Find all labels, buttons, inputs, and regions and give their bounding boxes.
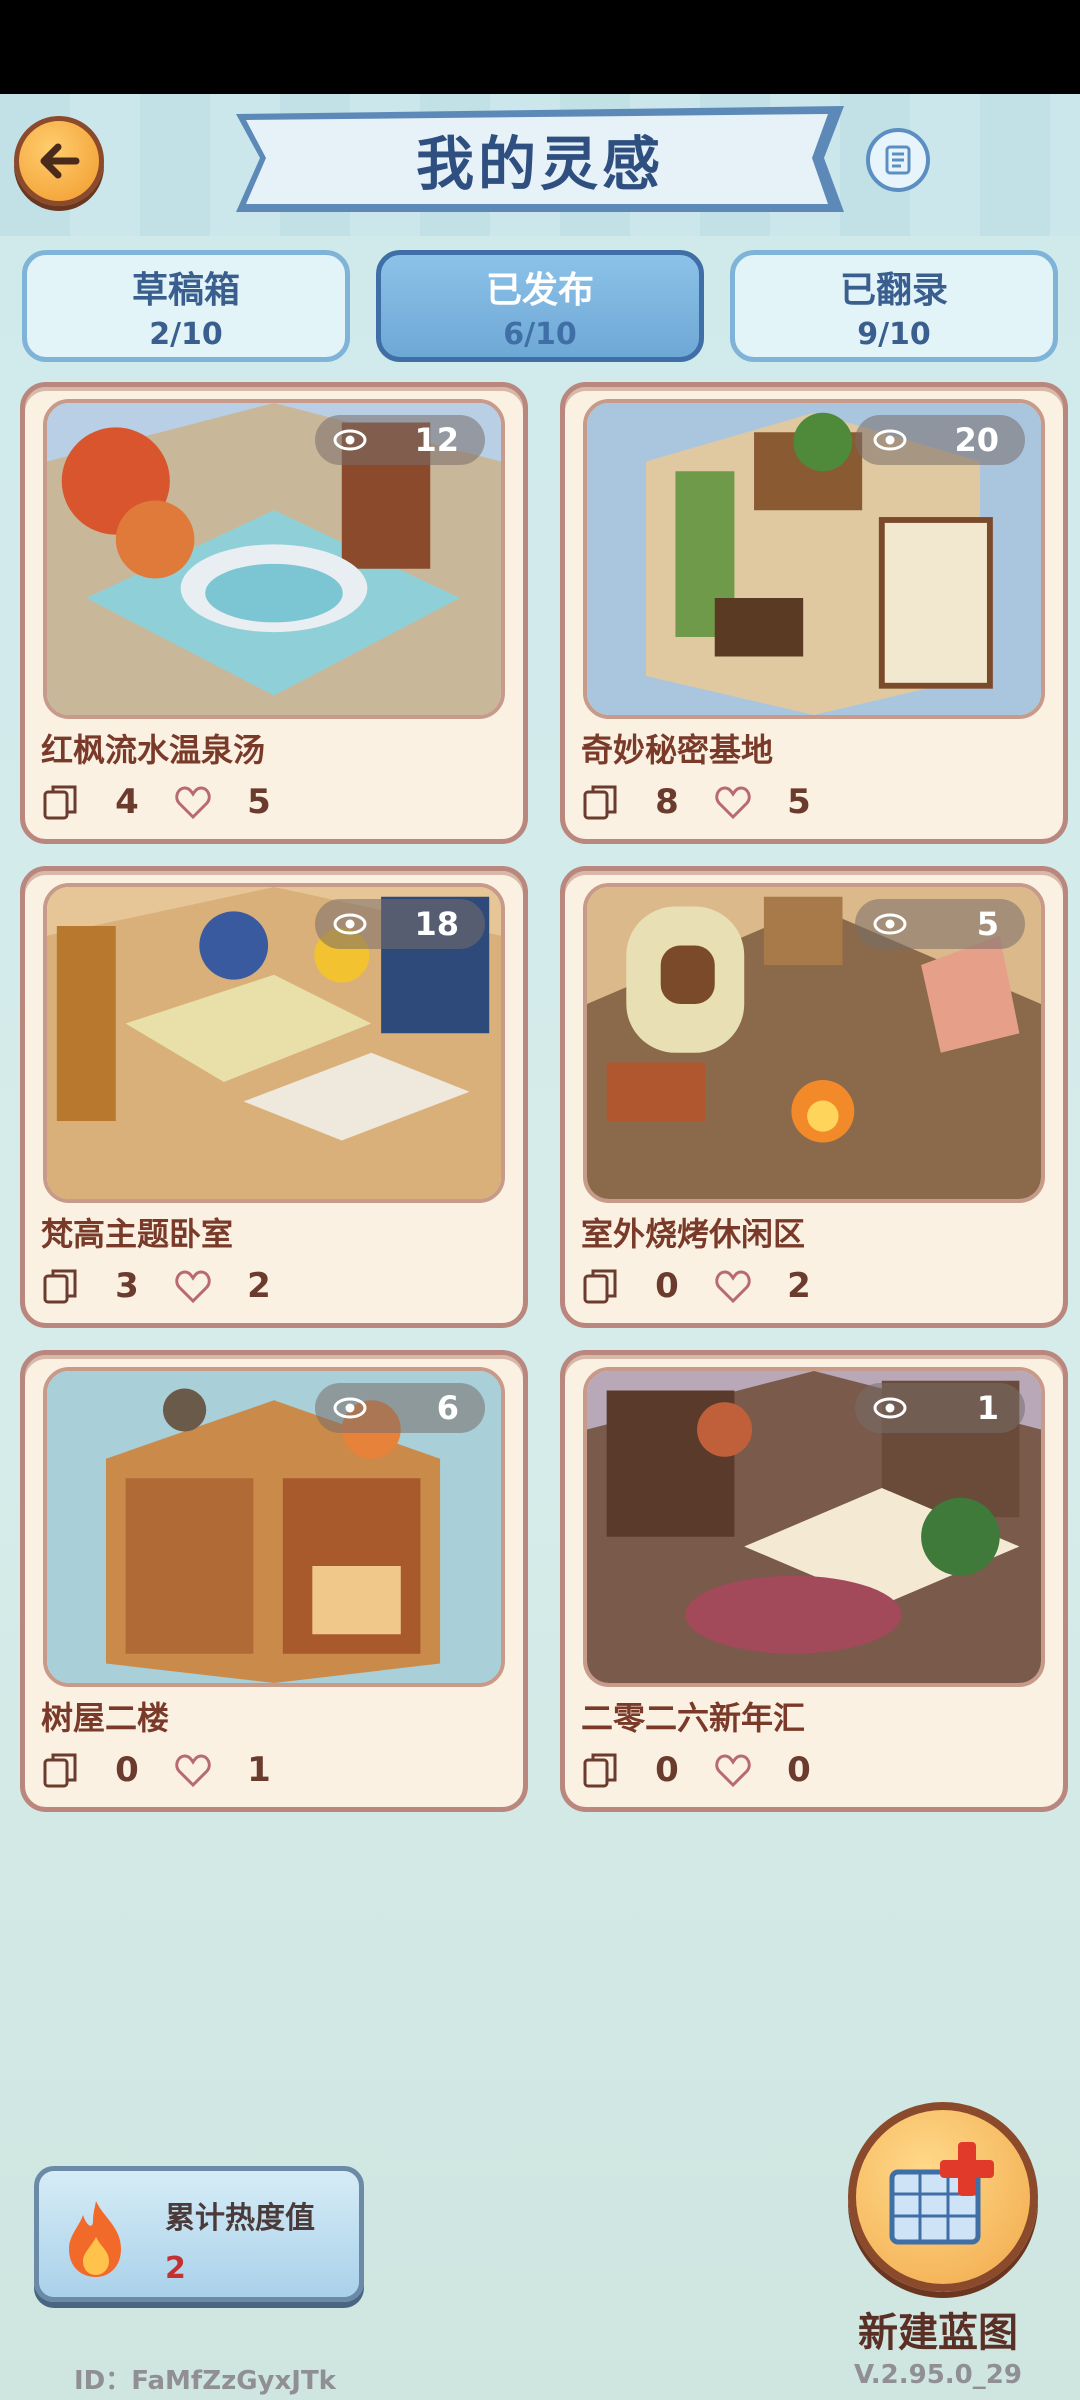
card-thumbnail: 1 — [583, 1367, 1045, 1687]
header: 我的灵感 — [0, 94, 1080, 236]
view-count-badge: 6 — [315, 1383, 485, 1433]
card-title: 红枫流水温泉汤 — [41, 731, 266, 769]
views-count: 1 — [976, 1389, 999, 1427]
copy-count: 0 — [115, 1750, 139, 1790]
heart-icon — [175, 1754, 211, 1788]
copy-count: 0 — [655, 1266, 679, 1306]
scroll-button[interactable] — [866, 128, 930, 192]
tab-label: 草稿箱 — [131, 269, 240, 311]
card-thumbnail: 20 — [583, 399, 1045, 719]
heat-label: 累计热度值 — [165, 2201, 315, 2236]
blueprint-card[interactable]: 18 梵高主题卧室 3 2 — [20, 866, 528, 1328]
heart-icon — [715, 1754, 751, 1788]
eye-icon — [873, 1397, 907, 1419]
status-bar — [0, 0, 1080, 94]
heart-icon — [175, 786, 211, 820]
tab-drafts[interactable]: 草稿箱 2/10 — [22, 250, 350, 362]
tab-count: 2/10 — [149, 316, 223, 352]
heat-value: 2 — [165, 2251, 186, 2286]
card-thumbnail: 18 — [43, 883, 505, 1203]
view-count-badge: 5 — [855, 899, 1025, 949]
eye-icon — [333, 429, 367, 451]
card-stats: 0 2 — [581, 1263, 845, 1309]
blueprint-card[interactable]: 1 二零二六新年汇 0 0 — [560, 1350, 1068, 1812]
card-thumbnail: 12 — [43, 399, 505, 719]
copy-icon — [583, 1753, 617, 1788]
tab-count: 6/10 — [503, 316, 577, 352]
card-stats: 0 0 — [581, 1747, 845, 1793]
flame-icon — [69, 2201, 121, 2277]
like-count: 0 — [787, 1750, 811, 1790]
back-button[interactable] — [14, 116, 104, 206]
copy-count: 3 — [115, 1266, 139, 1306]
card-title: 梵高主题卧室 — [41, 1215, 234, 1253]
card-stats: 8 5 — [581, 779, 845, 825]
card-title: 二零二六新年汇 — [581, 1699, 806, 1737]
eye-icon — [333, 1397, 367, 1419]
view-count-badge: 1 — [855, 1383, 1025, 1433]
back-arrow-icon — [40, 143, 80, 179]
card-title: 树屋二楼 — [41, 1699, 170, 1737]
card-thumbnail: 5 — [583, 883, 1045, 1203]
version-label: V.2.95.0_29 — [854, 2360, 1022, 2390]
copy-icon — [583, 785, 617, 820]
blueprint-plus-icon — [889, 2142, 994, 2245]
tab-published[interactable]: 已发布 6/10 — [376, 250, 704, 362]
new-blueprint-label: 新建蓝图 — [858, 2310, 1018, 2356]
like-count: 5 — [787, 782, 811, 822]
heart-icon — [715, 1270, 751, 1304]
card-thumbnail: 6 — [43, 1367, 505, 1687]
like-count: 5 — [247, 782, 271, 822]
like-count: 1 — [247, 1750, 271, 1790]
copy-icon — [43, 1753, 77, 1788]
user-id: ID：FaMfZzGyxJTk — [74, 2366, 336, 2396]
views-count: 20 — [954, 421, 999, 459]
scroll-icon — [885, 145, 911, 175]
new-blueprint-button[interactable] — [848, 2102, 1038, 2292]
view-count-badge: 12 — [315, 415, 485, 465]
copy-count: 8 — [655, 782, 679, 822]
view-count-badge: 18 — [315, 899, 485, 949]
copy-icon — [583, 1269, 617, 1304]
eye-icon — [333, 913, 367, 935]
tab-label: 已发布 — [485, 269, 594, 311]
title-banner: 我的灵感 — [232, 100, 848, 218]
tab-bar: 草稿箱 2/10 已发布 6/10 已翻录 9/10 — [22, 250, 1058, 362]
like-count: 2 — [247, 1266, 271, 1306]
copy-count: 4 — [115, 782, 139, 822]
eye-icon — [873, 913, 907, 935]
like-count: 2 — [787, 1266, 811, 1306]
views-count: 12 — [414, 421, 459, 459]
heat-panel[interactable]: 累计热度值 2 — [34, 2166, 364, 2302]
heart-icon — [715, 786, 751, 820]
card-stats: 0 1 — [41, 1747, 305, 1793]
tab-copied[interactable]: 已翻录 9/10 — [730, 250, 1058, 362]
card-title: 奇妙秘密基地 — [581, 731, 774, 769]
page-title: 我的灵感 — [415, 130, 664, 198]
blueprint-card[interactable]: 20 奇妙秘密基地 8 5 — [560, 382, 1068, 844]
views-count: 6 — [436, 1389, 459, 1427]
copy-count: 0 — [655, 1750, 679, 1790]
copy-icon — [43, 785, 77, 820]
views-count: 18 — [414, 905, 459, 943]
copy-icon — [43, 1269, 77, 1304]
blueprint-card[interactable]: 12 红枫流水温泉汤 4 5 — [20, 382, 528, 844]
card-stats: 3 2 — [41, 1263, 305, 1309]
heart-icon — [175, 1270, 211, 1304]
blueprint-card[interactable]: 6 树屋二楼 0 1 — [20, 1350, 528, 1812]
tab-count: 9/10 — [857, 316, 931, 352]
card-title: 室外烧烤休闲区 — [581, 1215, 806, 1253]
card-stats: 4 5 — [41, 779, 305, 825]
blueprint-card[interactable]: 5 室外烧烤休闲区 0 2 — [560, 866, 1068, 1328]
views-count: 5 — [976, 905, 999, 943]
view-count-badge: 20 — [855, 415, 1025, 465]
eye-icon — [873, 429, 907, 451]
tab-label: 已翻录 — [839, 269, 948, 311]
